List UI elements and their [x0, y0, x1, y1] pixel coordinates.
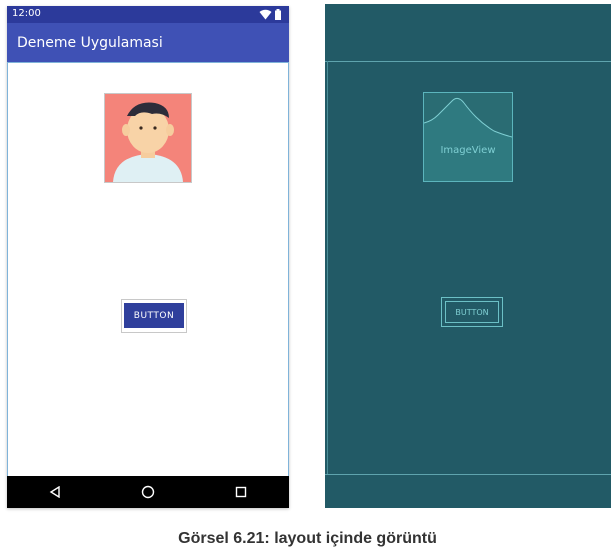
blueprint-button-label: BUTTON [445, 301, 499, 323]
navigation-bar [7, 476, 289, 508]
recents-button[interactable] [223, 476, 259, 508]
image-placeholder-icon [424, 93, 512, 138]
status-bar: 12:00 [7, 6, 289, 23]
phone-preview: 12:00 Deneme Uygulamasi BUTTON [7, 6, 289, 508]
battery-icon [275, 8, 281, 20]
app-bar: Deneme Uygulamasi [7, 23, 289, 62]
blueprint-view: ImageView BUTTON [325, 4, 611, 508]
blueprint-button[interactable]: BUTTON [441, 297, 503, 327]
button-bounds: BUTTON [121, 299, 187, 333]
home-icon [141, 485, 155, 499]
avatar-icon [105, 94, 191, 182]
image-view-label: ImageView [440, 145, 496, 156]
app-button[interactable]: BUTTON [124, 303, 184, 328]
recents-icon [235, 486, 247, 498]
home-button[interactable] [130, 476, 166, 508]
blueprint-image-view[interactable]: ImageView [423, 92, 513, 182]
blueprint-appbar-divider [325, 61, 611, 62]
figure-caption: Görsel 6.21: layout içinde görüntü [178, 530, 437, 547]
blueprint-content-edge [327, 61, 328, 475]
app-title: Deneme Uygulamasi [17, 35, 163, 51]
status-time: 12:00 [12, 8, 41, 19]
layout-content: BUTTON [7, 62, 289, 478]
image-view [104, 93, 192, 183]
wifi-icon [259, 9, 272, 19]
back-button[interactable] [37, 476, 73, 508]
back-icon [49, 486, 60, 498]
blueprint-navbar-divider [325, 474, 611, 475]
